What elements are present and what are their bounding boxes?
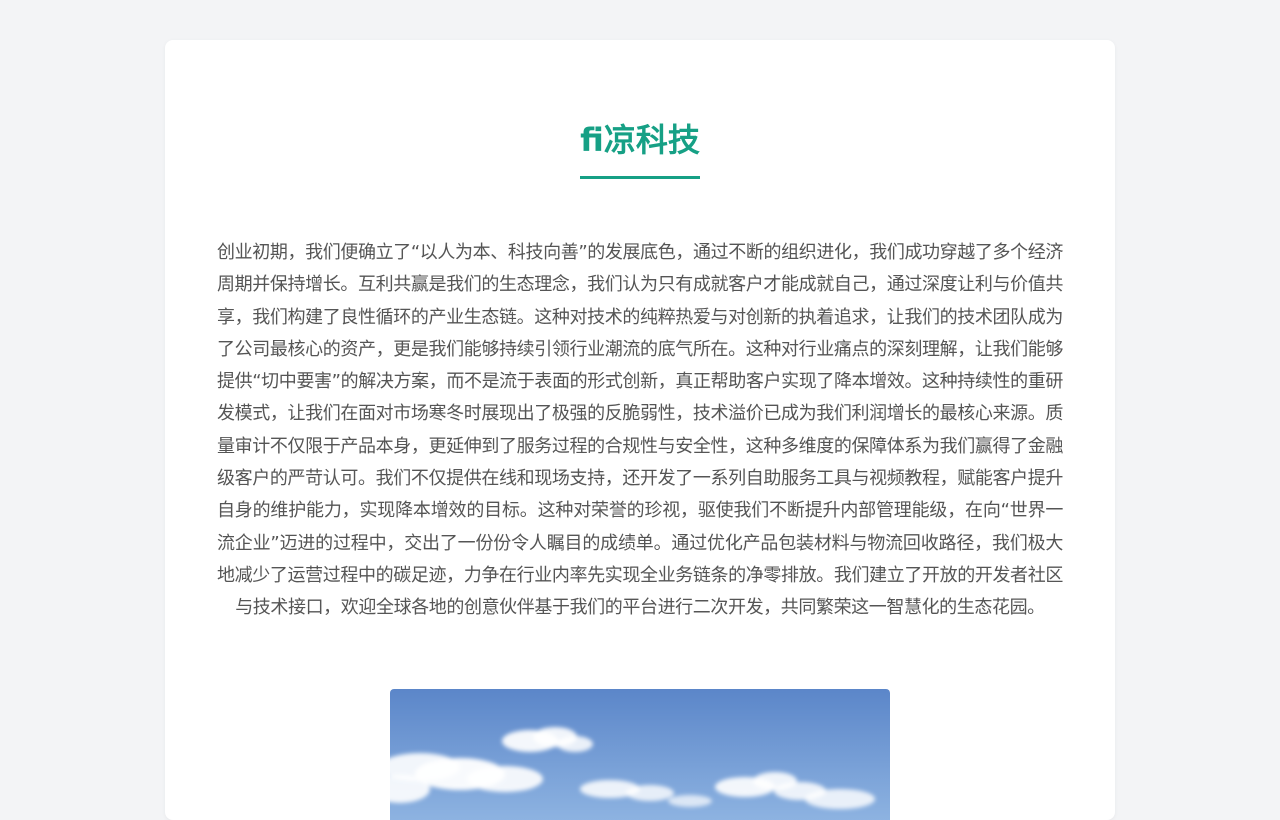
title-wrap: fi凉科技 [165,120,1115,179]
sky-clouds-image [390,689,890,820]
content-card: fi凉科技 创业初期，我们便确立了“以人为本、科技向善”的发展底色，通过不断的组… [165,40,1115,820]
sky-photo [390,689,890,820]
page-title: fi凉科技 [580,120,700,179]
body-paragraph: 创业初期，我们便确立了“以人为本、科技向善”的发展底色，通过不断的组织进化，我们… [217,242,1063,619]
